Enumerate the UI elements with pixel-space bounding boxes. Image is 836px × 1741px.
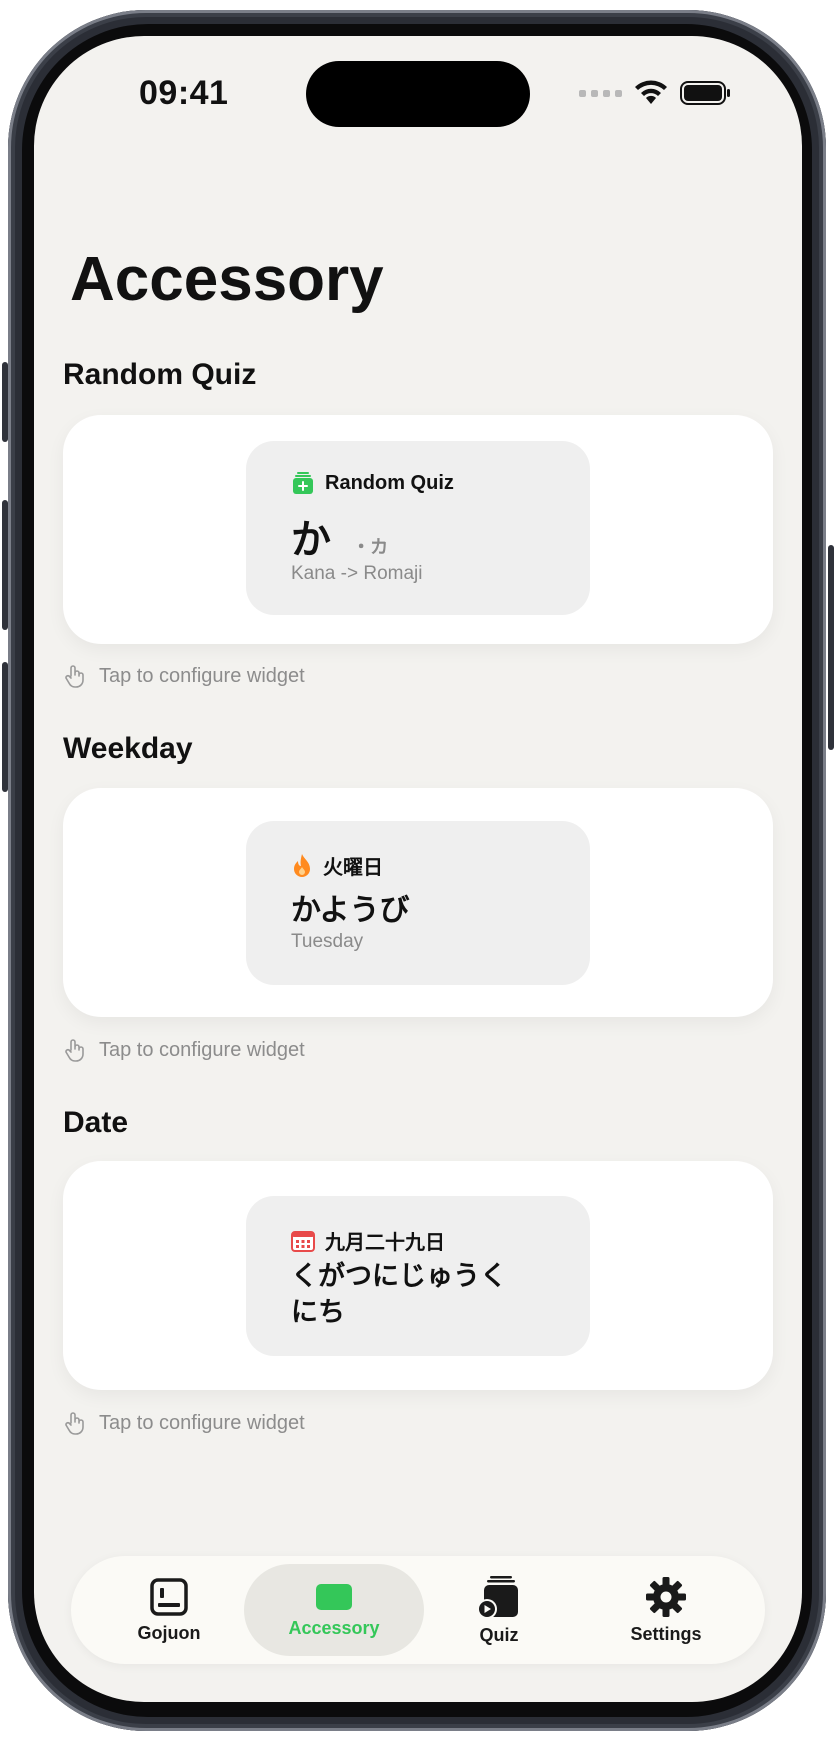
widget-header: 火曜日 — [291, 851, 383, 880]
tab-label: Settings — [630, 1623, 702, 1644]
quiz-cards-icon — [477, 1575, 518, 1619]
gojuon-icon — [150, 1577, 188, 1616]
status-time: 09:41 — [139, 74, 229, 112]
tap-hand-icon — [65, 1412, 84, 1435]
widget-kana-secondary: ・カ — [352, 537, 389, 557]
configure-hint[interactable]: Tap to configure widget — [63, 1038, 305, 1062]
gear-icon — [646, 1576, 686, 1617]
widget-header: 九月二十九日 — [291, 1226, 445, 1255]
volume-up-button — [2, 500, 8, 630]
widget-reading-line-1: くがつにじゅうく — [291, 1261, 507, 1291]
widget-reading: くがつにじゅうく にち — [291, 1258, 507, 1330]
section-title-weekday: Weekday — [63, 732, 193, 765]
widget-header-label: 九月二十九日 — [325, 1232, 445, 1254]
page-title: Accessory — [70, 245, 384, 314]
configure-hint[interactable]: Tap to configure widget — [63, 664, 305, 688]
tab-bar: Gojuon Accessory Quiz Settings — [71, 1556, 765, 1664]
flame-icon — [294, 853, 310, 877]
widget-reading: かようび — [291, 894, 410, 927]
widget-card-weekday[interactable]: 火曜日 かようび Tuesday — [63, 788, 773, 1017]
quiz-stack-icon — [293, 472, 313, 494]
section-title-random-quiz: Random Quiz — [63, 358, 257, 391]
widget-card-date[interactable]: 九月二十九日 くがつにじゅうく にち — [63, 1161, 773, 1390]
accessory-icon — [316, 1583, 352, 1610]
widget-preview-weekday: 火曜日 かようび Tuesday — [246, 821, 590, 985]
configure-hint-label: Tap to configure widget — [99, 1038, 305, 1061]
signal-icon — [579, 89, 622, 97]
widget-header: Random Quiz — [291, 471, 454, 495]
widget-kana-main: か — [291, 518, 331, 562]
calendar-icon — [291, 1230, 315, 1252]
tab-label: Accessory — [288, 1617, 380, 1638]
tap-hand-icon — [65, 665, 84, 688]
screen: 09:41 Accessory Random Quiz Random Quiz … — [34, 36, 802, 1702]
widget-mode: Kana -> Romaji — [291, 563, 423, 584]
tab-label: Gojuon — [137, 1622, 201, 1643]
dynamic-island — [306, 61, 530, 127]
tab-settings[interactable]: Settings — [586, 1556, 746, 1664]
tap-hand-icon — [65, 1039, 84, 1062]
configure-hint-label: Tap to configure widget — [99, 1411, 305, 1434]
battery-icon — [680, 81, 730, 105]
configure-hint[interactable]: Tap to configure widget — [63, 1411, 305, 1435]
section-title-date: Date — [63, 1106, 129, 1139]
power-button — [828, 545, 834, 750]
widget-kana: か ・カ — [291, 507, 388, 565]
widget-card-random-quiz[interactable]: Random Quiz か ・カ Kana -> Romaji — [63, 415, 773, 644]
tab-accessory[interactable]: Accessory — [244, 1564, 424, 1656]
widget-translation: Tuesday — [291, 931, 364, 952]
widget-header-label: Random Quiz — [325, 471, 454, 494]
tab-gojuon[interactable]: Gojuon — [89, 1556, 249, 1664]
widget-preview-date: 九月二十九日 くがつにじゅうく にち — [246, 1196, 590, 1356]
widget-reading-line-2: にち — [291, 1297, 345, 1327]
widget-preview-random-quiz: Random Quiz か ・カ Kana -> Romaji — [246, 441, 590, 615]
tab-quiz[interactable]: Quiz — [419, 1556, 579, 1664]
configure-hint-label: Tap to configure widget — [99, 664, 305, 687]
status-icons — [579, 80, 732, 106]
tab-label: Quiz — [479, 1624, 519, 1645]
volume-down-button — [2, 662, 8, 792]
wifi-icon — [635, 80, 667, 104]
action-button — [2, 362, 8, 442]
widget-header-label: 火曜日 — [323, 857, 383, 879]
